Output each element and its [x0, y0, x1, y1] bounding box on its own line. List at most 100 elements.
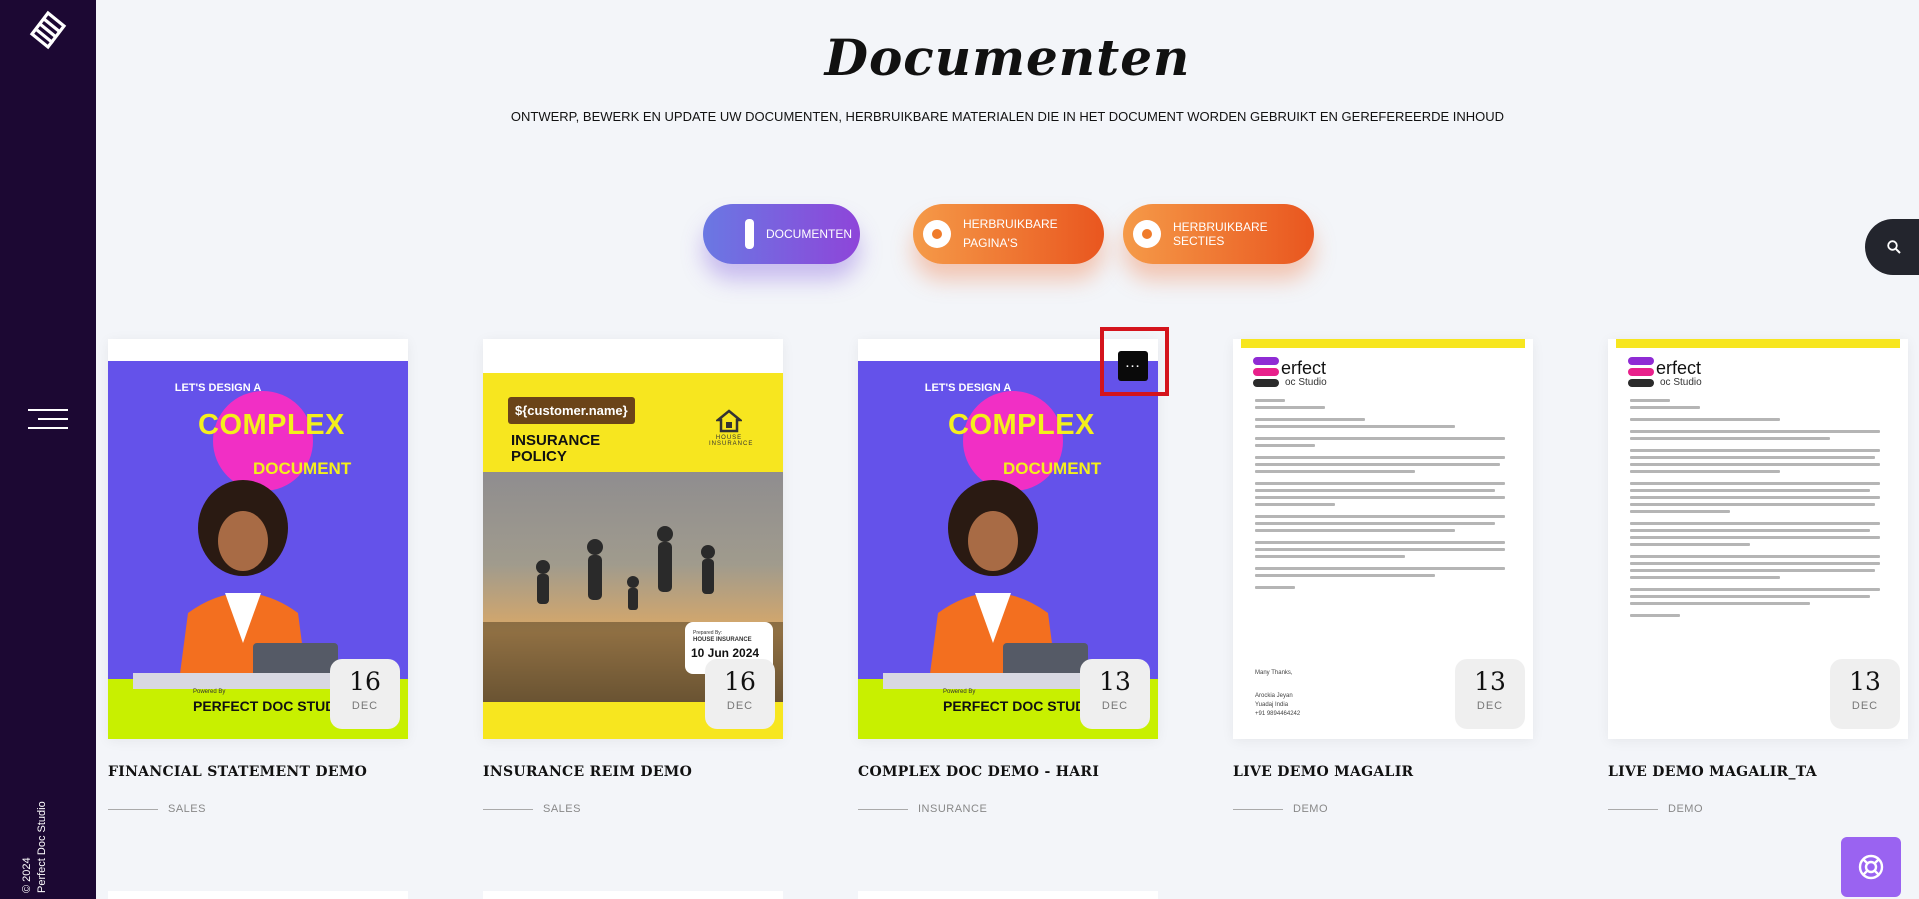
- copyright-year: © 2024: [21, 857, 33, 893]
- hamburger-menu-icon[interactable]: [28, 409, 68, 433]
- card-category: DEMO: [1608, 803, 1908, 815]
- date-day: 16: [349, 667, 381, 696]
- thumb-text: Yuadaj India: [1255, 702, 1289, 708]
- thumb-text: DOCUMENT: [253, 459, 352, 478]
- date-badge: 13 DEC: [1455, 659, 1525, 729]
- document-card[interactable]: ${customer.name} INSURANCE POLICY HOUSE I…: [483, 339, 783, 815]
- thumb-text: HOUSE INSURANCE: [693, 637, 752, 643]
- document-thumbnail[interactable]: LET'S DESIGN A COMPLEX DOCUMENT Powered …: [858, 339, 1158, 739]
- card-title[interactable]: LIVE DEMO MAGALIR: [1233, 764, 1533, 780]
- document-card[interactable]: erfect oc Studio 13 DEC LIVE DEMO MAGALI…: [1608, 339, 1908, 815]
- category-label: DEMO: [1668, 803, 1703, 815]
- signature-block: Many Thanks, Arockia Jeyan Yuadaj India …: [1255, 669, 1300, 719]
- page-subtitle: ONTWERP, BEWERK EN UPDATE UW DOCUMENTEN,…: [510, 109, 1505, 124]
- thumb-text: Powered By: [193, 689, 226, 695]
- copyright: © 2024 Perfect Doc Studio: [20, 783, 60, 893]
- letter-body: [1255, 399, 1510, 593]
- document-card[interactable]: LET'S DESIGN A COMPLEX DOCUMENT Powered …: [108, 339, 408, 815]
- brand-logo: erfect oc Studio: [1253, 357, 1373, 391]
- card-title[interactable]: INSURANCE REIM DEMO: [483, 764, 783, 780]
- card-category: INSURANCE: [858, 803, 1158, 815]
- logo-icon: [1628, 357, 1654, 387]
- date-month: DEC: [1851, 700, 1879, 712]
- document-card[interactable]: LET'S DESIGN A COMPLEX DOCUMENT Powered …: [858, 339, 1158, 815]
- search-button[interactable]: [1865, 219, 1919, 275]
- menu-line: [38, 418, 68, 420]
- thumb-text: oc Studio: [1285, 377, 1327, 388]
- thumb-text: Arockia Jeyan: [1255, 693, 1293, 699]
- date-month: DEC: [1101, 700, 1129, 712]
- thumb-text: DOCUMENT: [1003, 459, 1102, 478]
- sidebar: © 2024 Perfect Doc Studio: [0, 0, 96, 899]
- document-card[interactable]: erfect oc Studio Many Thanks, Arockia Je…: [1233, 339, 1533, 815]
- date-day: 13: [1099, 667, 1131, 696]
- page-title: Documenten: [824, 28, 1191, 87]
- thumb-text: erfect: [1281, 358, 1327, 378]
- radio-icon: [1133, 220, 1161, 248]
- thumb-text: +91 9894464242: [1255, 711, 1301, 717]
- date-badge: 16 DEC: [705, 659, 775, 729]
- lifebuoy-icon: [1858, 854, 1884, 880]
- thumb-text: 10 Jun 2024: [691, 646, 760, 660]
- more-options-button[interactable]: …: [1100, 327, 1169, 396]
- thumb-text: Many Thanks,: [1255, 670, 1293, 676]
- document-card-partial[interactable]: [483, 891, 783, 899]
- page-header: Documenten ONTWERP, BEWERK EN UPDATE UW …: [96, 28, 1919, 124]
- category-label: SALES: [168, 803, 206, 815]
- document-thumbnail[interactable]: erfect oc Studio 13 DEC: [1608, 339, 1908, 739]
- card-category: SALES: [483, 803, 783, 815]
- logo-icon: [1253, 357, 1279, 387]
- house-logo-icon: HOUSE INSURANCE: [709, 409, 754, 447]
- tab-label: HERBRUIKBARE SECTIES: [1173, 220, 1268, 248]
- category-label: DEMO: [1293, 803, 1328, 815]
- thumb-text: PERFECT DOC STUDIO: [193, 698, 351, 714]
- date-month: DEC: [726, 700, 754, 712]
- thumb-text: COMPLEX: [948, 409, 1095, 441]
- document-thumbnail[interactable]: LET'S DESIGN A COMPLEX DOCUMENT Powered …: [108, 339, 408, 739]
- logo-icon[interactable]: [28, 10, 68, 50]
- date-badge: 16 DEC: [330, 659, 400, 729]
- menu-line: [28, 409, 68, 411]
- more-options-icon[interactable]: …: [1118, 351, 1148, 381]
- tab-herbruikbare-paginas[interactable]: HERBRUIKBARE PAGINA'S: [913, 204, 1104, 264]
- date-badge: 13 DEC: [1080, 659, 1150, 729]
- card-title[interactable]: FINANCIAL STATEMENT DEMO: [108, 764, 408, 780]
- date-day: 13: [1474, 667, 1506, 696]
- help-button[interactable]: [1841, 837, 1901, 897]
- menu-line: [28, 427, 68, 429]
- document-card-partial[interactable]: [108, 891, 408, 899]
- radio-icon: [923, 220, 951, 248]
- card-title[interactable]: LIVE DEMO MAGALIR_TA: [1608, 764, 1908, 780]
- tab-label: HERBRUIKBARE PAGINA'S: [963, 217, 1058, 250]
- card-title[interactable]: COMPLEX DOC DEMO - HARI: [858, 764, 1158, 780]
- thumb-text: Prepared By:: [693, 630, 723, 636]
- document-thumbnail[interactable]: ${customer.name} INSURANCE POLICY HOUSE I…: [483, 339, 783, 739]
- thumb-text: oc Studio: [1660, 377, 1702, 388]
- card-category: SALES: [108, 803, 408, 815]
- category-label: INSURANCE: [918, 803, 988, 815]
- thumb-text: INSURANCE: [709, 441, 754, 447]
- copyright-company: Perfect Doc Studio: [36, 801, 48, 893]
- document-card-partial[interactable]: [858, 891, 1158, 899]
- thumb-text: PERFECT DOC STUDIO: [943, 698, 1101, 714]
- category-label: SALES: [543, 803, 581, 815]
- date-month: DEC: [351, 700, 379, 712]
- thumb-text: LET'S DESIGN A: [174, 382, 262, 394]
- thumb-text: LET'S DESIGN A: [924, 382, 1012, 394]
- date-day: 13: [1849, 667, 1881, 696]
- tab-documenten[interactable]: DOCUMENTEN: [703, 204, 860, 264]
- thumb-text: ${customer.name}: [508, 397, 635, 424]
- card-category: DEMO: [1233, 803, 1533, 815]
- date-day: 16: [724, 667, 756, 696]
- brand-logo: erfect oc Studio: [1628, 357, 1748, 391]
- document-thumbnail[interactable]: erfect oc Studio Many Thanks, Arockia Je…: [1233, 339, 1533, 739]
- thumb-text: Powered By: [943, 689, 976, 695]
- thumb-text: COMPLEX: [198, 409, 345, 441]
- tab-herbruikbare-secties[interactable]: HERBRUIKBARE SECTIES: [1123, 204, 1314, 264]
- search-icon: [1887, 240, 1901, 254]
- thumb-text: INSURANCE POLICY: [511, 432, 601, 465]
- letter-body: [1630, 399, 1885, 621]
- tab-label: DOCUMENTEN: [766, 227, 852, 241]
- date-badge: 13 DEC: [1830, 659, 1900, 729]
- date-month: DEC: [1476, 700, 1504, 712]
